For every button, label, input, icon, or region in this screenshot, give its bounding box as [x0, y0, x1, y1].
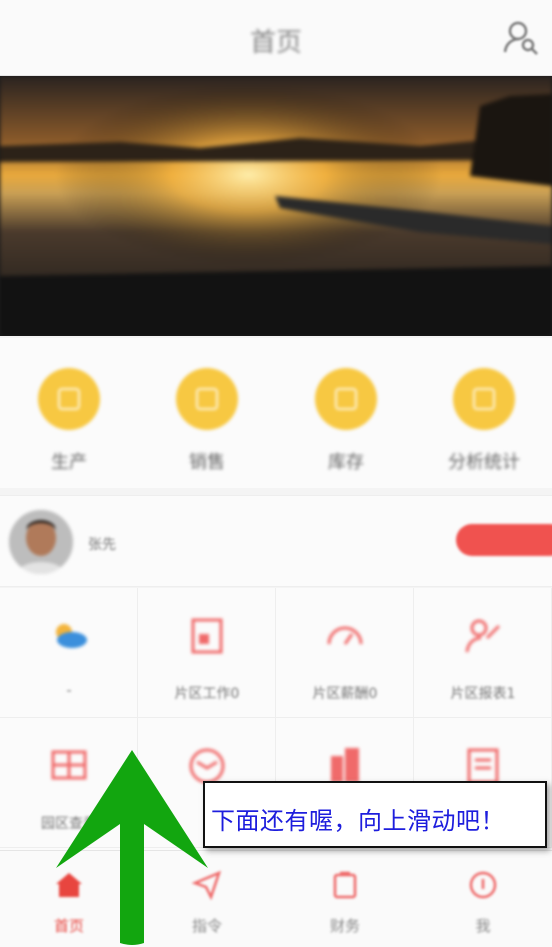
profile-icon [469, 871, 497, 899]
swipe-hint-text: 下面还有喔，向上滑动吧！ [211, 807, 505, 835]
quick-action-label: 销售 [189, 452, 225, 473]
quick-action-label: 分析统计 [448, 452, 520, 473]
user-info-row: 张先 [0, 495, 552, 587]
grid-item-label: - [66, 683, 72, 699]
tab-label: 我 [475, 917, 491, 935]
quick-action-production[interactable]: 生产 [29, 368, 109, 474]
tab-label: 财务 [329, 917, 360, 935]
banner-image [0, 76, 552, 336]
wallet-icon [333, 871, 357, 899]
analytics-icon [453, 368, 515, 430]
grid-item-label: 片区报表1 [450, 686, 516, 702]
weather-icon [56, 624, 87, 648]
user-name: 张先 [88, 537, 116, 553]
quick-action-inventory[interactable]: 库存 [306, 368, 386, 474]
grid-item-label: 片区薪酬0 [312, 686, 378, 702]
grid-item-weather[interactable]: - [0, 588, 138, 718]
top-nav-bar: 首页 [0, 0, 552, 76]
user-search-icon[interactable] [502, 18, 540, 56]
grid-item-label: 片区工作0 [174, 686, 240, 702]
grid-item-area-report[interactable]: 片区报表1 [414, 588, 552, 718]
page-title: 首页 [249, 28, 302, 58]
quick-actions: 生产 销售 库存 分析统计 [0, 338, 552, 488]
swipe-up-arrow-icon [56, 750, 208, 945]
quick-action-label: 库存 [328, 452, 364, 473]
user-action-button[interactable] [456, 524, 552, 556]
grid-item-area-salary[interactable]: 片区薪酬0 [276, 588, 414, 718]
user-report-icon [465, 619, 501, 653]
grid-item-area-work[interactable]: 片区工作0 [138, 588, 276, 718]
gauge-icon [327, 626, 363, 645]
quick-action-analytics[interactable]: 分析统计 [444, 368, 524, 474]
quick-action-label: 生产 [51, 452, 87, 473]
quick-action-sales[interactable]: 销售 [167, 368, 247, 474]
production-icon [38, 368, 100, 430]
avatar[interactable] [9, 510, 73, 574]
sales-icon [176, 368, 238, 430]
swipe-hint-callout: 下面还有喔，向上滑动吧！ [203, 781, 547, 848]
inventory-icon [315, 368, 377, 430]
clipboard-icon [191, 618, 223, 654]
banner-carousel[interactable] [0, 76, 552, 336]
tab-me[interactable]: 我 [414, 851, 552, 947]
tab-finance[interactable]: 财务 [276, 851, 414, 947]
